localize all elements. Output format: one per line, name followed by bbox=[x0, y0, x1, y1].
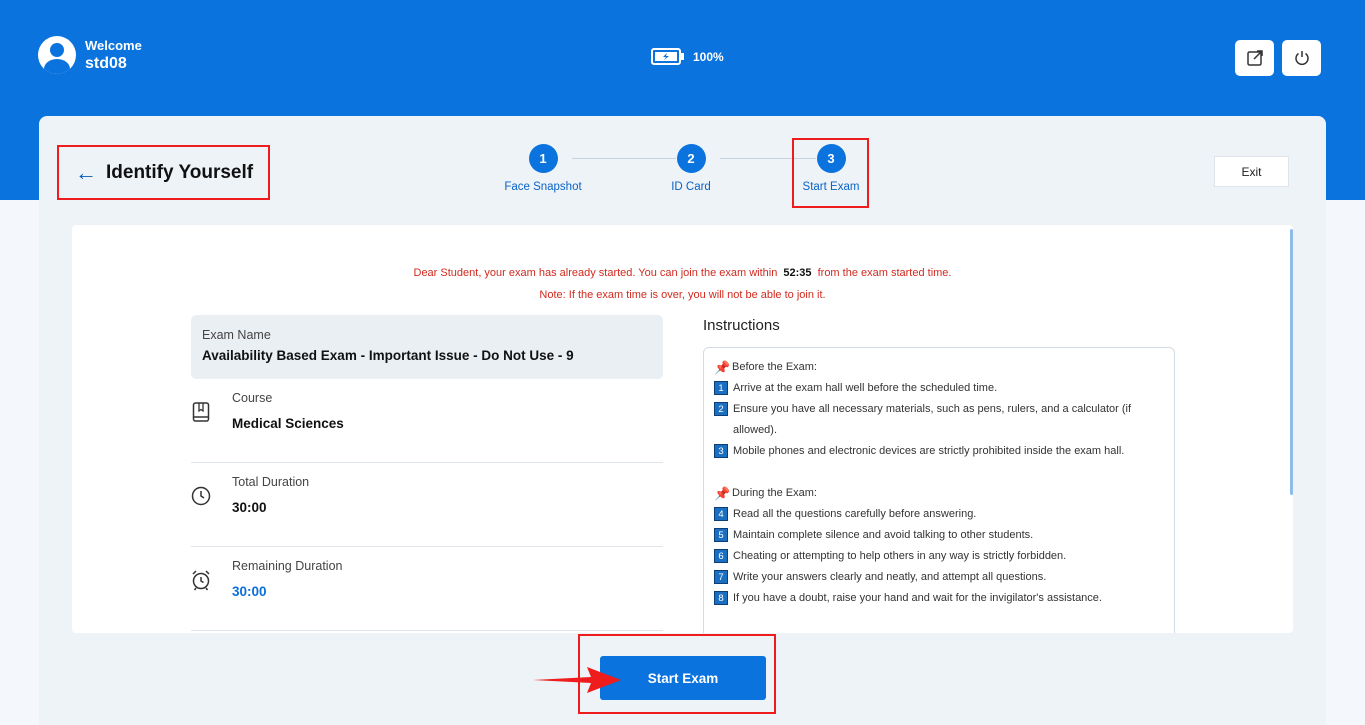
exit-button[interactable]: Exit bbox=[1214, 156, 1289, 187]
remaining-duration-row: Remaining Duration 30:00 bbox=[191, 547, 663, 631]
number-badge: 2 bbox=[714, 402, 728, 416]
remaining-duration-value: 30:00 bbox=[232, 584, 267, 599]
notice-suffix: from the exam started time. bbox=[817, 267, 952, 279]
step-number: 2 bbox=[676, 144, 706, 173]
instructions-heading: Instructions bbox=[703, 317, 780, 334]
page-title: Identify Yourself bbox=[106, 161, 254, 183]
step-label: Face Snapshot bbox=[504, 181, 582, 193]
exam-details-card: Dear Student, your exam has already star… bbox=[72, 225, 1293, 633]
number-badge: 1 bbox=[714, 381, 728, 395]
total-duration-row: Total Duration 30:00 bbox=[191, 463, 663, 547]
user-avatar-icon bbox=[38, 36, 76, 74]
number-badge: 8 bbox=[714, 591, 728, 605]
list-item: 8 If you have a doubt, raise your hand a… bbox=[714, 588, 1164, 609]
back-arrow-icon[interactable]: ← bbox=[75, 161, 97, 184]
number-badge: 5 bbox=[714, 528, 728, 542]
course-row: Course Medical Sciences bbox=[191, 379, 663, 463]
power-button[interactable] bbox=[1282, 40, 1321, 76]
remaining-duration-label: Remaining Duration bbox=[232, 559, 343, 573]
user-welcome: Welcome std08 bbox=[38, 36, 142, 74]
list-item: 6 Cheating or attempting to help others … bbox=[714, 546, 1164, 567]
power-icon bbox=[1294, 51, 1309, 66]
total-duration-label: Total Duration bbox=[232, 475, 310, 489]
exam-note: Note: If the exam time is over, you will… bbox=[539, 289, 826, 301]
pointer-arrow-icon bbox=[533, 667, 621, 693]
list-item: 📌 Before the Exam: bbox=[714, 357, 1164, 378]
clock-icon bbox=[191, 486, 211, 506]
number-badge: 4 bbox=[714, 507, 728, 521]
external-link-button[interactable] bbox=[1235, 40, 1274, 76]
step-number: 1 bbox=[528, 144, 558, 173]
external-link-icon bbox=[1246, 50, 1263, 66]
list-item: 4 Read all the questions carefully befor… bbox=[714, 504, 1164, 525]
notice-time: 52:35 bbox=[783, 267, 812, 279]
pushpin-icon: 📌 bbox=[714, 486, 731, 501]
welcome-label: Welcome bbox=[85, 37, 142, 53]
list-item: 📌 During the Exam: bbox=[714, 483, 1164, 504]
battery-percent: 100% bbox=[693, 49, 724, 64]
list-item: 5 Maintain complete silence and avoid ta… bbox=[714, 525, 1164, 546]
exam-name-label: Exam Name bbox=[202, 328, 271, 342]
number-badge: 3 bbox=[714, 444, 728, 458]
exam-name-value: Availability Based Exam - Important Issu… bbox=[202, 348, 574, 363]
step-id-card[interactable]: 2 ID Card bbox=[648, 144, 734, 193]
step-label: ID Card bbox=[671, 181, 711, 193]
alarm-clock-icon bbox=[192, 570, 210, 591]
course-label: Course bbox=[232, 391, 273, 405]
list-item: 1 Arrive at the exam hall well before th… bbox=[714, 378, 1164, 399]
username: std08 bbox=[85, 54, 127, 72]
battery-icon bbox=[651, 48, 684, 65]
total-duration-value: 30:00 bbox=[232, 500, 267, 515]
instructions-list[interactable]: 📌 Before the Exam: 1 Arrive at the exam … bbox=[703, 347, 1175, 633]
exam-started-notice: Dear Student, your exam has already star… bbox=[72, 267, 1293, 279]
book-icon bbox=[192, 402, 210, 422]
course-value: Medical Sciences bbox=[232, 416, 344, 431]
number-badge: 6 bbox=[714, 549, 728, 563]
number-badge: 7 bbox=[714, 570, 728, 584]
battery-status: 100% bbox=[651, 48, 724, 65]
pushpin-icon: 📌 bbox=[714, 360, 731, 375]
start-exam-button[interactable]: Start Exam bbox=[600, 656, 766, 700]
exam-name-box: Exam Name Availability Based Exam - Impo… bbox=[191, 315, 663, 379]
page-header: ← Identify Yourself bbox=[57, 145, 270, 200]
notice-prefix: Dear Student, your exam has already star… bbox=[413, 267, 778, 279]
list-item: 2 Ensure you have all necessary material… bbox=[714, 399, 1164, 441]
list-item: 3 Mobile phones and electronic devices a… bbox=[714, 441, 1164, 462]
highlight-box bbox=[792, 138, 869, 208]
step-face-snapshot[interactable]: 1 Face Snapshot bbox=[500, 144, 586, 193]
list-item: 7 Write your answers clearly and neatly,… bbox=[714, 567, 1164, 588]
